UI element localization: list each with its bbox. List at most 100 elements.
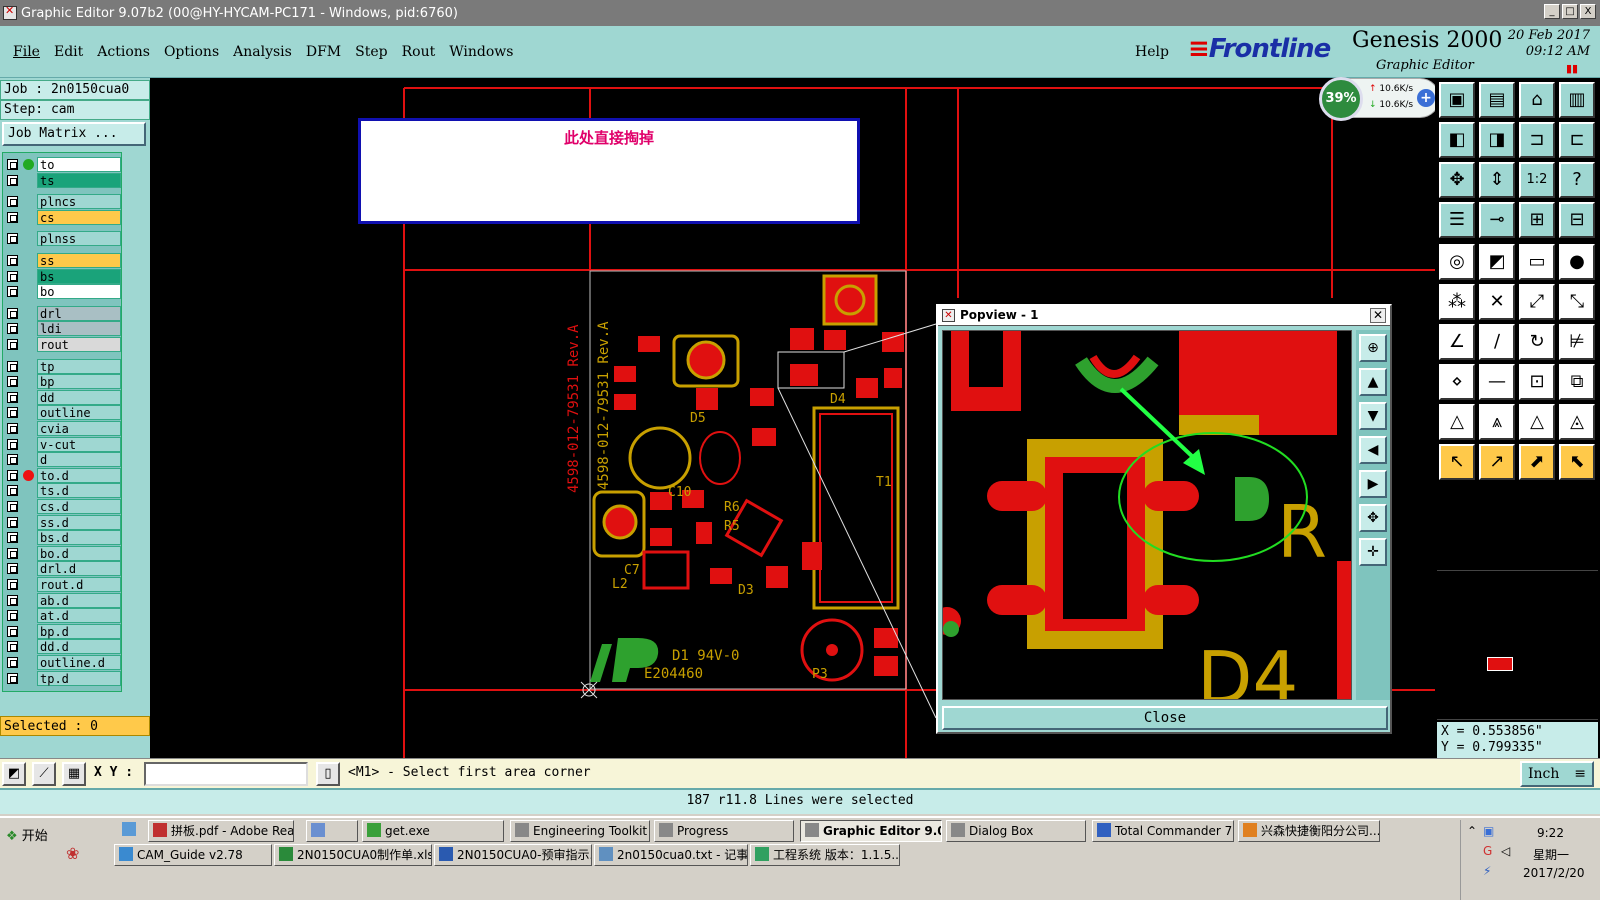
- taskbar-item[interactable]: [306, 820, 358, 842]
- layer-name[interactable]: rout.d: [37, 577, 121, 592]
- layer-name[interactable]: at.d: [37, 608, 121, 624]
- layer-row[interactable]: dd.d: [3, 639, 121, 655]
- layer-name[interactable]: ldi: [37, 321, 121, 337]
- taskbar-item[interactable]: 2N0150CUA0-预审指示....: [434, 844, 592, 866]
- popview-right-icon[interactable]: ▶: [1359, 470, 1387, 498]
- layer-checkbox[interactable]: [7, 307, 18, 319]
- tool-button-icon[interactable]: ↻: [1519, 324, 1555, 360]
- layer-row[interactable]: bs: [3, 268, 121, 284]
- layer-row[interactable]: to: [3, 157, 121, 172]
- tool-button-icon[interactable]: ∕: [1479, 324, 1515, 360]
- menu-windows[interactable]: Windows: [449, 44, 513, 60]
- show-desktop-icon[interactable]: ❀: [66, 844, 86, 864]
- layer-row[interactable]: ss.d: [3, 514, 121, 530]
- layer-name[interactable]: bp.d: [37, 623, 121, 639]
- layer-row[interactable]: bp: [3, 374, 121, 390]
- popview-up-icon[interactable]: ▲: [1359, 368, 1387, 396]
- layer-name[interactable]: tp: [37, 358, 121, 374]
- layer-row[interactable]: rout: [3, 337, 121, 352]
- tool-button-icon[interactable]: △: [1519, 404, 1555, 440]
- layer-name[interactable]: cs.d: [37, 499, 121, 514]
- layer-name[interactable]: cs: [37, 209, 121, 225]
- tool-button-icon[interactable]: ⊏: [1559, 122, 1595, 158]
- layer-name[interactable]: outline.d: [37, 655, 121, 670]
- layer-row[interactable]: tp: [3, 358, 121, 374]
- layer-checkbox[interactable]: [7, 323, 18, 335]
- clock-time[interactable]: 9:22: [1537, 826, 1564, 840]
- popview-zoom-in-icon[interactable]: ⊕: [1359, 334, 1387, 362]
- tool-button-icon[interactable]: ?: [1559, 162, 1595, 198]
- job-matrix-button[interactable]: Job Matrix ...: [2, 122, 146, 146]
- tool-button-icon[interactable]: ⌂: [1519, 82, 1555, 118]
- layer-name[interactable]: dd: [37, 389, 121, 405]
- layer-row[interactable]: ss: [3, 253, 121, 268]
- layer-checkbox[interactable]: [7, 391, 18, 403]
- layer-checkbox[interactable]: [7, 407, 18, 419]
- layer-checkbox[interactable]: [7, 485, 18, 497]
- tool-button-icon[interactable]: ⊡: [1519, 364, 1555, 400]
- tool-button-icon[interactable]: ⊭: [1559, 324, 1595, 360]
- layer-row[interactable]: drl: [3, 305, 121, 321]
- tool-button-icon[interactable]: ⊐: [1519, 122, 1555, 158]
- tool-button-icon[interactable]: ↖: [1439, 444, 1475, 480]
- tool-button-icon[interactable]: ⩓: [1479, 404, 1515, 440]
- units-dropdown[interactable]: Inch ≡: [1520, 761, 1594, 787]
- layer-row[interactable]: rout.d: [3, 577, 121, 592]
- layer-name[interactable]: plnss: [37, 231, 121, 247]
- tool-button-icon[interactable]: ◨: [1479, 122, 1515, 158]
- layer-checkbox[interactable]: [7, 233, 18, 245]
- layer-name[interactable]: drl.d: [37, 561, 121, 577]
- layer-checkbox[interactable]: [7, 672, 18, 684]
- tool-button-icon[interactable]: ⊞: [1519, 202, 1555, 238]
- taskbar-item[interactable]: Engineering Toolkit 9....: [510, 820, 650, 842]
- layer-name[interactable]: ss: [37, 253, 121, 268]
- tool-button-icon[interactable]: ◧: [1439, 122, 1475, 158]
- layer-row[interactable]: outline: [3, 405, 121, 421]
- taskbar-item[interactable]: 2N0150CUA0制作单.xls ...: [274, 844, 432, 866]
- popview-viewport[interactable]: R D4: [942, 330, 1352, 700]
- menu-dfm[interactable]: DFM: [306, 44, 341, 60]
- layer-checkbox[interactable]: [7, 610, 18, 622]
- tool-button-icon[interactable]: ▣: [1439, 82, 1475, 118]
- tool-button-icon[interactable]: ⊸: [1479, 202, 1515, 238]
- layer-row[interactable]: cs: [3, 209, 121, 225]
- app-tray-icon[interactable]: G: [1483, 844, 1492, 858]
- layer-checkbox[interactable]: [7, 657, 18, 668]
- layer-checkbox[interactable]: [7, 211, 18, 223]
- layer-name[interactable]: bo.d: [37, 545, 121, 561]
- layer-row[interactable]: tp.d: [3, 670, 121, 686]
- layer-row[interactable]: plnss: [3, 231, 121, 247]
- taskbar-item[interactable]: Total Commander 7.0 ...: [1092, 820, 1234, 842]
- menu-edit[interactable]: Edit: [54, 44, 83, 60]
- taskbar-item[interactable]: CAM_Guide v2.78: [114, 844, 272, 866]
- menu-options[interactable]: Options: [164, 44, 219, 60]
- layer-name[interactable]: outline: [37, 405, 121, 421]
- network-speed-widget[interactable]: 39% ↑ 10.6K/s ↓ 10.6K/s +: [1319, 77, 1440, 121]
- layer-name[interactable]: tp.d: [37, 670, 121, 686]
- layer-row[interactable]: bo.d: [3, 545, 121, 561]
- layer-name[interactable]: ab.d: [37, 592, 121, 608]
- tool-button-icon[interactable]: ◬: [1559, 404, 1595, 440]
- layer-name[interactable]: bs: [37, 268, 121, 284]
- volume-icon[interactable]: ◁: [1501, 844, 1510, 858]
- minimize-button[interactable]: _: [1544, 4, 1560, 19]
- popview-fit-icon[interactable]: ✥: [1359, 504, 1387, 532]
- layer-row[interactable]: d: [3, 452, 121, 468]
- layer-row[interactable]: bs.d: [3, 530, 121, 546]
- layer-name[interactable]: dd.d: [37, 639, 121, 655]
- layer-row[interactable]: v-cut: [3, 436, 121, 452]
- tool-button-icon[interactable]: ↗: [1479, 444, 1515, 480]
- tool-button-icon[interactable]: ▥: [1559, 82, 1595, 118]
- layer-name[interactable]: ts.d: [37, 483, 121, 499]
- menu-rout[interactable]: Rout: [402, 44, 436, 60]
- minimap[interactable]: [1437, 570, 1598, 720]
- close-button[interactable]: X: [1580, 4, 1596, 19]
- ime-icon[interactable]: ⚡: [1483, 864, 1491, 878]
- layer-checkbox[interactable]: [7, 174, 18, 186]
- layer-name[interactable]: to: [37, 157, 121, 172]
- menu-analysis[interactable]: Analysis: [233, 44, 292, 60]
- tool-button-icon[interactable]: ✥: [1439, 162, 1475, 198]
- layer-row[interactable]: to.d: [3, 467, 121, 483]
- layer-checkbox[interactable]: [7, 360, 18, 372]
- layer-checkbox[interactable]: [7, 547, 18, 559]
